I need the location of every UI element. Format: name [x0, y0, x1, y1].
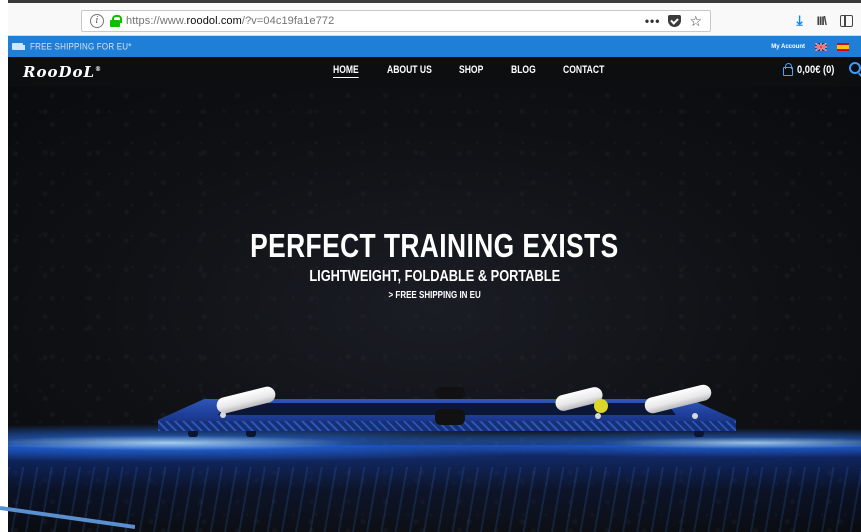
trainer-bolt — [692, 413, 698, 419]
trainer-foot — [188, 431, 198, 437]
cart-total: 0,00€ (0) — [797, 64, 835, 76]
trainer-knob-top — [435, 387, 465, 399]
cart-bag-icon — [783, 62, 793, 76]
browser-toolbar: i https://www.roodol.com/?v=04c19fa1e772… — [8, 3, 861, 36]
site-navbar: RooDoL® HOME ABOUT US SHOP BLOG CONTACT … — [8, 57, 861, 87]
annotation-arrow-icon — [0, 506, 135, 529]
my-account-link[interactable]: My Account — [771, 44, 805, 50]
nav-blog[interactable]: BLOG — [511, 64, 552, 76]
toolbar-right: ⤓ III\ — [796, 12, 853, 29]
search-icon[interactable] — [849, 62, 861, 74]
website: FREE SHIPPING FOR EU* My Account RooDoL®… — [8, 36, 861, 532]
hero-floor-streaks — [8, 467, 861, 532]
hero-banner: PERFECT TRAINING EXISTS LIGHTWEIGHT, FOL… — [8, 87, 861, 532]
more-actions-icon[interactable]: ••• — [645, 14, 661, 28]
url-prefix: https://www. — [126, 15, 187, 27]
url-domain: roodol.com — [186, 15, 242, 27]
nav-contact[interactable]: CONTACT — [563, 64, 610, 76]
address-bar[interactable]: i https://www.roodol.com/?v=04c19fa1e772… — [81, 10, 711, 32]
trainer-roller-belt — [594, 399, 608, 413]
nav-shop[interactable]: SHOP — [459, 64, 500, 76]
bookmark-star-icon[interactable]: ☆ — [689, 13, 702, 30]
download-icon[interactable]: ⤓ — [796, 12, 802, 29]
trainer-bolt — [220, 412, 226, 418]
spain-flag-icon[interactable] — [837, 42, 849, 51]
trainer-knob-bottom — [435, 409, 465, 425]
hero-subtitle: LIGHTWEIGHT, FOLDABLE & PORTABLE — [309, 268, 560, 285]
trainer-foot — [246, 431, 256, 437]
promo-right: My Account — [771, 42, 861, 51]
trainer-foot — [694, 431, 704, 437]
promo-text: FREE SHIPPING FOR EU* — [30, 41, 132, 52]
info-icon[interactable]: i — [90, 14, 104, 28]
library-icon[interactable]: III\ — [817, 14, 827, 28]
truck-icon — [12, 43, 25, 50]
uk-flag-icon[interactable] — [815, 42, 827, 51]
url-path: /?v=04c19fa1e772 — [241, 15, 335, 27]
logo-registered-mark: ® — [95, 66, 103, 73]
roodol-logo[interactable]: RooDoL® — [23, 63, 102, 81]
nav-about-us[interactable]: ABOUT US — [387, 64, 443, 76]
pocket-icon[interactable] — [668, 15, 682, 27]
hero-title: PERFECT TRAINING EXISTS — [250, 227, 619, 264]
cart-button[interactable]: 0,00€ (0) — [783, 62, 841, 76]
nav-home[interactable]: HOME — [333, 64, 375, 76]
sidebar-icon[interactable] — [840, 14, 853, 27]
trainer-bolt — [595, 413, 601, 419]
url-text[interactable]: https://www.roodol.com/?v=04c19fa1e772 — [126, 15, 334, 27]
lock-icon[interactable] — [110, 15, 122, 27]
main-nav: HOME ABOUT US SHOP BLOG CONTACT — [333, 64, 623, 76]
hero-shipping-link[interactable]: > FREE SHIPPING IN EU — [8, 290, 861, 301]
promo-bar: FREE SHIPPING FOR EU* My Account — [8, 36, 861, 57]
url-actions: ••• ☆ — [645, 13, 710, 30]
bike-roller-trainer-image — [158, 383, 738, 447]
logo-text: RooDoL — [23, 63, 96, 81]
